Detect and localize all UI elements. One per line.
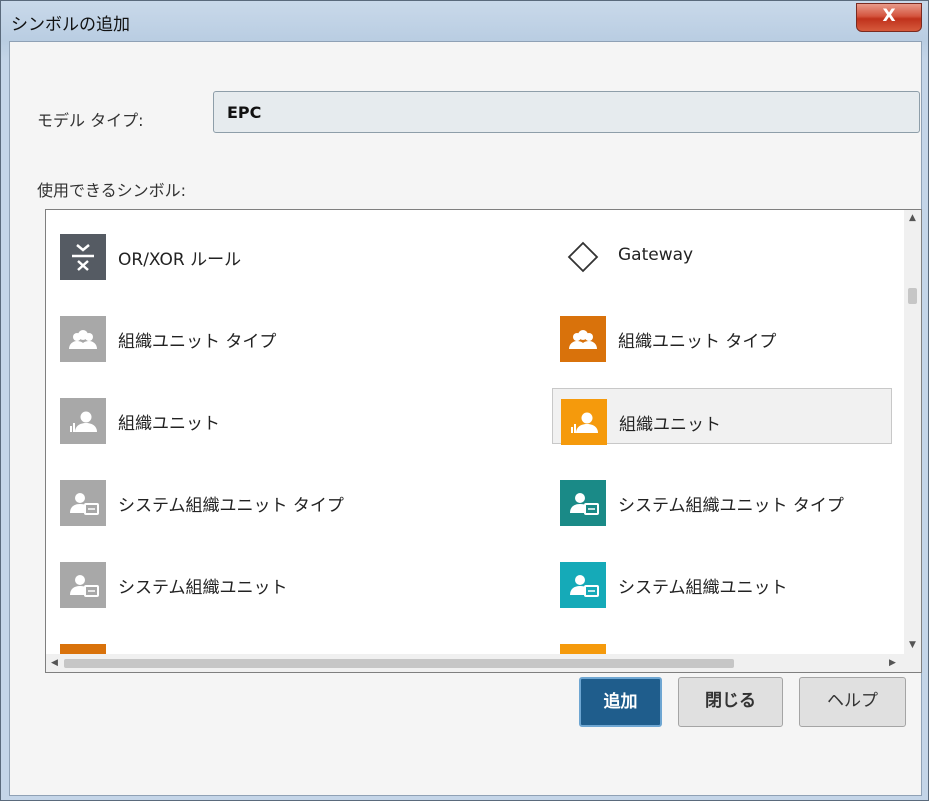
symbol-item-label: システム組織ユニット (118, 578, 288, 598)
symbol-item-label: 組織ユニット タイプ (618, 332, 777, 352)
gateway-diamond-icon (560, 234, 606, 280)
symbol-item-label: OR/XOR ルール (118, 250, 242, 270)
symbol-item-label: システム組織ユニット (618, 578, 788, 598)
help-button[interactable]: ヘルプ (799, 677, 906, 727)
symbol-item-label: 組織ユニット (619, 415, 721, 435)
symbol-item-label: 組織ユニット (118, 414, 220, 434)
org-unit-icon (60, 398, 106, 444)
vertical-scrollbar[interactable]: ▲ ▼ (904, 210, 921, 654)
system-org-unit-icon (60, 562, 106, 608)
or-xor-rule-icon (60, 234, 106, 280)
dialog-title: シンボルの追加 (11, 15, 130, 35)
symbol-list[interactable]: OR/XOR ルール Gateway 組織ユニット タイプ 組織ユニット タイプ 組織ユ… (45, 209, 922, 673)
symbol-item-label: システム組織ユニット タイプ (618, 496, 844, 516)
symbol-item-label: Gateway (618, 245, 694, 265)
symbol-item[interactable]: 組織ユニット タイプ (552, 306, 892, 362)
symbol-item[interactable]: システム組織ユニット タイプ (552, 470, 892, 526)
scroll-down-arrow-icon[interactable]: ▼ (904, 637, 921, 654)
close-button[interactable]: 閉じる (678, 677, 783, 727)
symbol-item[interactable]: Gateway (552, 224, 892, 280)
symbol-item[interactable]: 組織ユニット (552, 388, 892, 445)
org-unit-type-icon (60, 316, 106, 362)
model-type-label: モデル タイプ: (37, 111, 144, 130)
scroll-right-arrow-icon[interactable]: ▶ (884, 654, 901, 672)
org-unit-type-icon (560, 316, 606, 362)
horizontal-scrollbar[interactable]: ◀ ▶ (46, 654, 904, 672)
title-bar[interactable]: シンボルの追加 X (1, 1, 928, 41)
scroll-up-arrow-icon[interactable]: ▲ (904, 210, 921, 227)
available-symbols-label: 使用できるシンボル: (37, 181, 187, 200)
system-org-unit-type-icon (60, 480, 106, 526)
scroll-left-arrow-icon[interactable]: ◀ (46, 654, 63, 672)
symbol-item[interactable]: OR/XOR ルール (52, 224, 392, 280)
scrollbar-corner (904, 654, 921, 672)
horizontal-scroll-thumb[interactable] (64, 659, 734, 668)
partial-symbol-icon (560, 644, 606, 654)
org-unit-icon (561, 399, 607, 445)
system-org-unit-type-icon (560, 480, 606, 526)
symbol-item[interactable]: システム組織ユニット (552, 552, 892, 608)
partial-symbol-icon (60, 644, 106, 654)
model-type-value: EPC (227, 103, 262, 122)
symbol-item-label: 組織ユニット タイプ (118, 332, 277, 352)
symbol-item[interactable]: システム組織ユニット タイプ (52, 470, 392, 526)
symbol-item[interactable]: 組織ユニット (52, 388, 392, 444)
symbol-item[interactable]: システム組織ユニット (52, 552, 392, 608)
close-window-button[interactable]: X (856, 3, 922, 32)
symbol-item-label: システム組織ユニット タイプ (118, 496, 344, 516)
vertical-scroll-thumb[interactable] (908, 288, 917, 304)
add-button[interactable]: 追加 (579, 677, 662, 727)
symbol-item[interactable]: 組織ユニット タイプ (52, 306, 392, 362)
model-type-field: EPC (213, 91, 920, 133)
system-org-unit-icon (560, 562, 606, 608)
add-symbol-dialog: シンボルの追加 X モデル タイプ: EPC 使用できるシンボル: OR/XOR… (0, 0, 929, 801)
